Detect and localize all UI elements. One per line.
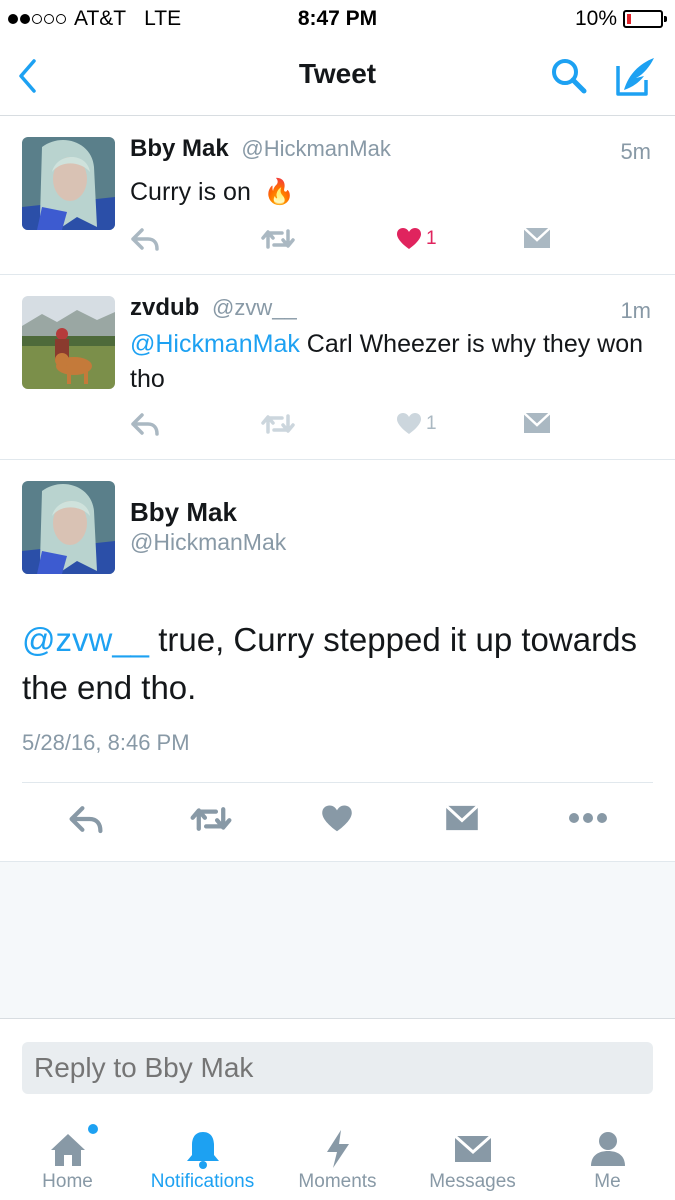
reply-icon [131, 413, 159, 436]
user-handle[interactable]: @HickmanMak [241, 136, 390, 161]
retweet-button[interactable] [189, 804, 233, 834]
reply-button[interactable] [130, 227, 160, 251]
heart-icon [322, 805, 352, 832]
avatar[interactable] [22, 296, 115, 389]
mention-link[interactable]: @zvw__ [22, 621, 149, 658]
direct-message-button[interactable] [523, 227, 551, 249]
status-bar: AT&T LTE 8:47 PM 10% [0, 0, 675, 36]
avatar[interactable] [22, 481, 115, 574]
heart-icon [397, 228, 421, 249]
tweet-body: Curry is on [130, 178, 251, 206]
retweet-icon [190, 807, 232, 831]
tab-label: Messages [429, 1171, 516, 1192]
battery-percent: 10% [574, 7, 617, 30]
avatar[interactable] [22, 137, 115, 230]
tab-label: Moments [298, 1171, 377, 1192]
unread-dot [88, 1124, 98, 1134]
like-count: 1 [426, 228, 437, 249]
direct-message-button[interactable] [523, 412, 551, 434]
retweet-icon [261, 229, 295, 249]
reply-input[interactable] [22, 1042, 653, 1094]
envelope-icon [523, 227, 551, 248]
bell-icon [186, 1132, 219, 1169]
user-name[interactable]: zvdub [130, 294, 199, 321]
reply-button[interactable] [68, 804, 104, 834]
envelope-icon [523, 412, 551, 433]
tab-moments[interactable]: Moments [270, 1112, 405, 1200]
search-icon[interactable] [549, 56, 589, 96]
empty-replies-area [0, 861, 675, 1019]
person-icon [590, 1132, 625, 1166]
envelope-icon [445, 804, 479, 831]
navigation-bar: Tweet [0, 36, 675, 116]
tweet-timestamp: 1m [620, 298, 651, 323]
tweet-item[interactable]: Bby Mak @HickmanMak 5m Curry is on 🔥 1 [0, 117, 675, 275]
tweet-actions: 1 [130, 227, 560, 257]
clock: 8:47 PM [297, 7, 378, 30]
battery-indicator: 10% [574, 7, 667, 31]
tab-label: Notifications [150, 1171, 255, 1192]
fire-emoji: 🔥 [263, 178, 295, 206]
like-count: 1 [426, 413, 437, 434]
tab-label: Me [594, 1171, 621, 1192]
retweet-icon [261, 414, 295, 434]
user-name[interactable]: Bby Mak [130, 497, 237, 528]
mention-link[interactable]: @HickmanMak [130, 330, 300, 358]
tweet-timestamp: 5m [620, 139, 651, 164]
main-tweet-actions [0, 800, 675, 846]
tweet-text: @HickmanMak Carl Wheezer is why they won… [130, 327, 655, 397]
tweet-date: 5/28/16, 8:46 PM [22, 730, 190, 755]
heart-icon [397, 413, 421, 434]
like-button[interactable] [321, 804, 353, 834]
retweet-button[interactable] [260, 412, 296, 436]
battery-icon [623, 10, 667, 28]
divider [22, 782, 653, 783]
tweet-header: Bby Mak @HickmanMak [130, 135, 391, 163]
tab-label: Home [42, 1171, 93, 1192]
tweet-text: Curry is on 🔥 [130, 175, 655, 210]
tweet-header: zvdub @zvw__ [130, 294, 297, 322]
more-options-button[interactable] [568, 812, 608, 824]
direct-message-button[interactable] [445, 804, 479, 832]
envelope-icon [453, 1134, 492, 1162]
lightning-icon [326, 1130, 349, 1168]
user-handle[interactable]: @zvw__ [212, 295, 297, 320]
tab-notifications[interactable]: Notifications [135, 1112, 270, 1200]
tab-messages[interactable]: Messages [405, 1112, 540, 1200]
home-icon [50, 1134, 85, 1166]
tab-bar: Home Notifications Moments Messages Me [0, 1112, 675, 1200]
like-button[interactable]: 1 [396, 227, 437, 251]
main-tweet-text: @zvw__ true, Curry stepped it up towards… [22, 616, 642, 712]
user-name[interactable]: Bby Mak [130, 135, 229, 162]
tab-me[interactable]: Me [540, 1112, 675, 1200]
compose-icon[interactable] [614, 54, 658, 98]
reply-icon [69, 806, 103, 834]
reply-icon [131, 228, 159, 251]
like-button[interactable]: 1 [396, 412, 437, 436]
more-icon [569, 813, 607, 823]
reply-button[interactable] [130, 412, 160, 436]
tab-home[interactable]: Home [0, 1112, 135, 1200]
tweet-item[interactable]: zvdub @zvw__ 1m @HickmanMak Carl Wheezer… [0, 276, 675, 460]
tweet-actions: 1 [130, 412, 560, 442]
retweet-button[interactable] [260, 227, 296, 251]
user-handle[interactable]: @HickmanMak [130, 529, 286, 556]
